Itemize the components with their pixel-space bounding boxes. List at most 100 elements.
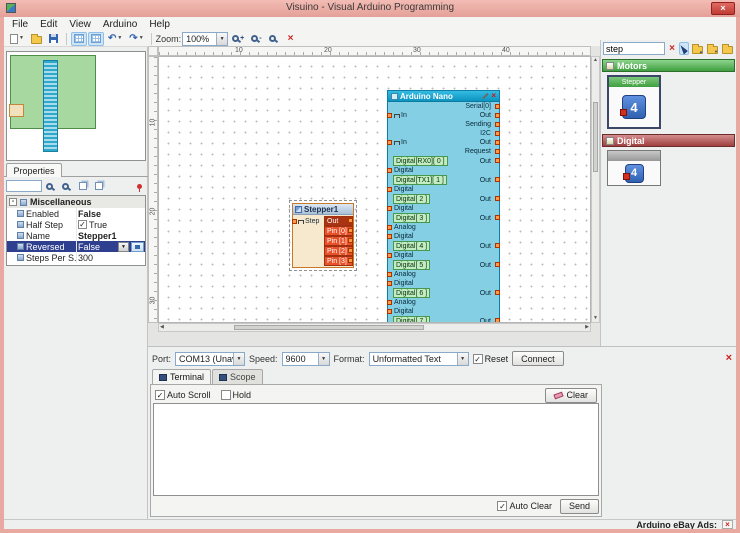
- properties-filter-input[interactable]: [6, 180, 42, 192]
- output-pin-label[interactable]: Out: [480, 215, 491, 222]
- component-tile-digital[interactable]: 4: [607, 150, 661, 186]
- pin-connector[interactable]: [495, 112, 500, 118]
- zoom-out-button[interactable]: -: [248, 32, 264, 46]
- zoom-select[interactable]: 100% ▼: [182, 31, 229, 46]
- pin-label[interactable]: Pin [0]: [327, 228, 347, 235]
- output-pin-label[interactable]: Request: [465, 148, 491, 155]
- property-value[interactable]: False: [78, 209, 101, 219]
- property-row[interactable]: Name Stepper1: [7, 230, 145, 241]
- terminal-output[interactable]: [153, 403, 599, 496]
- send-button[interactable]: Send: [559, 498, 599, 514]
- hold-checkbox[interactable]: Hold: [220, 390, 251, 400]
- channel-label[interactable]: Digital[ 3 ]: [393, 213, 431, 223]
- pin-label[interactable]: Out: [327, 218, 338, 225]
- property-row[interactable]: Enabled False: [7, 208, 145, 219]
- port-select[interactable]: COM13 (Unav ▼: [175, 351, 246, 366]
- new-project-button[interactable]: ▼: [7, 32, 27, 46]
- output-pin-label[interactable]: Sending: [465, 121, 491, 128]
- undo-button[interactable]: ↶ ▼: [105, 32, 125, 46]
- pin-connector[interactable]: [495, 130, 500, 136]
- pin-connector[interactable]: [495, 262, 500, 267]
- vertical-scroll-thumb[interactable]: [593, 102, 598, 172]
- categories-view-button[interactable]: [721, 42, 734, 55]
- input-pin-label[interactable]: Analog: [394, 271, 416, 278]
- property-value[interactable]: True: [89, 220, 107, 230]
- format-select[interactable]: Unformatted Text ▼: [368, 351, 469, 366]
- menu-item-help[interactable]: Help: [143, 19, 176, 30]
- pin-connector[interactable]: [387, 224, 392, 230]
- pin-connector[interactable]: [495, 139, 500, 145]
- stepper-step-pin[interactable]: Step: [292, 217, 319, 226]
- scroll-down-arrow[interactable]: ▼: [593, 316, 598, 321]
- stepper-output-pin[interactable]: Pin [1]: [324, 236, 353, 246]
- pin-connector[interactable]: [495, 243, 500, 248]
- clear-search-button[interactable]: ×: [667, 42, 677, 55]
- pin-connector[interactable]: [387, 233, 392, 239]
- input-pin-label[interactable]: Digital: [394, 167, 413, 174]
- window-close-button[interactable]: ×: [711, 2, 735, 15]
- pin-connector[interactable]: [495, 158, 500, 163]
- auto-clear-checkbox[interactable]: ✓ Auto Clear: [497, 501, 552, 511]
- channel-label[interactable]: Digital[TX1][ 1 ]: [393, 175, 447, 185]
- checkbox-icon[interactable]: ✓: [78, 220, 87, 229]
- chevron-down-icon[interactable]: ▼: [19, 36, 24, 41]
- input-pin-label[interactable]: Digital: [394, 205, 413, 212]
- input-pin-label[interactable]: Digital: [394, 186, 413, 193]
- checkbox-icon[interactable]: ✓: [497, 501, 508, 511]
- connect-button[interactable]: Connect: [512, 351, 564, 366]
- pin-connector[interactable]: [495, 196, 500, 201]
- output-pin-label[interactable]: Out: [480, 139, 491, 146]
- design-canvas[interactable]: Stepper1 Step Out Pin [0] Pin [1] Pin [2] Pi…: [158, 56, 591, 323]
- view-grid-toggle-2[interactable]: [87, 31, 104, 46]
- pin-label[interactable]: Pin [1]: [327, 238, 347, 245]
- pin-connector[interactable]: [495, 215, 500, 220]
- pin-connector[interactable]: [387, 186, 392, 192]
- output-pin-label[interactable]: Out: [480, 158, 491, 165]
- stepper-output-pin[interactable]: Pin [0]: [324, 226, 353, 236]
- pin-connector[interactable]: [387, 280, 392, 286]
- channel-label[interactable]: Digital[ 6 ]: [393, 288, 431, 298]
- pin-label[interactable]: Pin [2]: [327, 248, 347, 255]
- pin-panel-button[interactable]: [132, 180, 146, 193]
- input-pin-label[interactable]: Analog: [394, 224, 416, 231]
- tab-scope[interactable]: Scope: [212, 369, 263, 384]
- stepper-component[interactable]: Stepper1 Step Out Pin [0] Pin [1] Pin [2] Pi…: [289, 200, 357, 271]
- filter-zoom-in-button[interactable]: [44, 180, 58, 193]
- pin-connector[interactable]: [348, 258, 353, 263]
- delete-button[interactable]: ×: [283, 32, 299, 46]
- channel-label[interactable]: Digital[ 4 ]: [393, 241, 431, 251]
- expand-categories-button[interactable]: ▲: [691, 42, 704, 55]
- pointer-mode-button[interactable]: [679, 42, 689, 55]
- menu-item-edit[interactable]: Edit: [34, 19, 63, 30]
- input-pin-label[interactable]: Analog: [394, 299, 416, 306]
- pin-connector[interactable]: [387, 271, 392, 277]
- output-pin-label[interactable]: Out: [480, 243, 491, 250]
- output-pin-label[interactable]: Out: [480, 196, 491, 203]
- component-tile-stepper[interactable]: Stepper 4: [607, 75, 661, 129]
- pin-connector[interactable]: [348, 228, 353, 233]
- pin-connector[interactable]: [387, 112, 392, 118]
- pin-connector[interactable]: [495, 148, 500, 154]
- output-pin-label[interactable]: Out: [480, 262, 491, 269]
- collapse-categories-button[interactable]: ▼: [706, 42, 719, 55]
- panel-close-button[interactable]: ×: [726, 353, 732, 364]
- pin-connector[interactable]: [292, 218, 297, 224]
- clear-button[interactable]: Clear: [545, 387, 597, 403]
- pin-connector[interactable]: [387, 139, 392, 145]
- tab-terminal[interactable]: Terminal: [152, 369, 212, 384]
- channel-label[interactable]: Digital[RX0][ 0 ]: [393, 156, 448, 166]
- scroll-left-arrow[interactable]: ◀: [160, 325, 164, 330]
- pin-connector[interactable]: [495, 290, 500, 295]
- pin-connector[interactable]: [387, 308, 392, 314]
- checkbox-icon[interactable]: [220, 390, 231, 400]
- pin-label[interactable]: Pin [3]: [327, 258, 347, 265]
- pin-connector[interactable]: [387, 252, 392, 258]
- value-dropdown-button[interactable]: ▼: [118, 241, 129, 252]
- pin-connector[interactable]: [348, 238, 353, 243]
- pin-label[interactable]: Step: [305, 218, 319, 225]
- input-pin-label[interactable]: Digital: [394, 252, 413, 259]
- reset-checkbox[interactable]: ✓ Reset: [472, 353, 508, 364]
- value-editor-button[interactable]: [131, 241, 144, 252]
- horizontal-scroll-thumb[interactable]: [234, 325, 424, 330]
- chevron-down-icon[interactable]: ▼: [139, 36, 144, 41]
